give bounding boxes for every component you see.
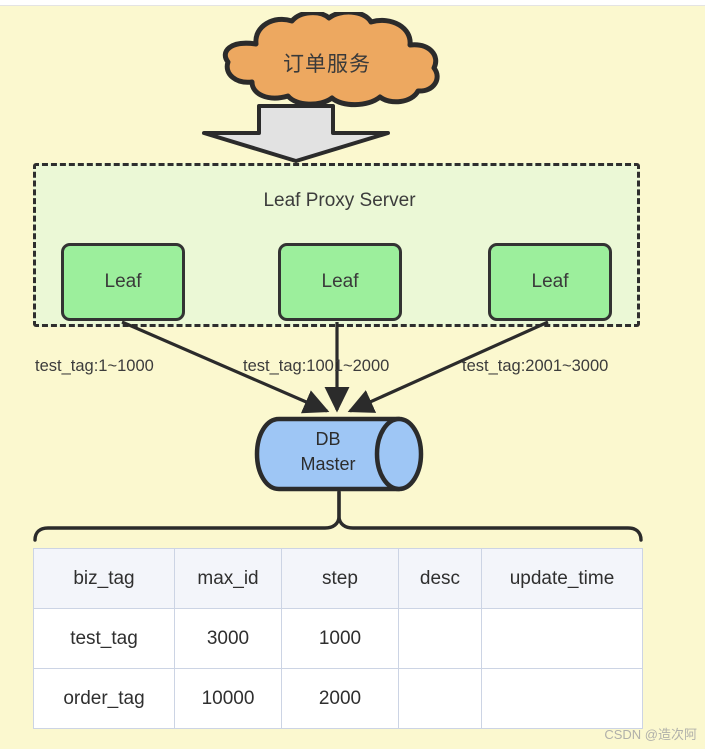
cloud-label: 订单服务 [283,53,371,76]
leaf-node-label: Leaf [531,271,569,292]
column-header-step: step [281,548,399,609]
column-header-desc: desc [398,548,482,609]
range-label-leaf1: test_tag:1~1000 [35,357,154,375]
leaf-node-label: Leaf [104,271,142,292]
column-header-max-id: max_id [174,548,282,609]
cell-biz-tag: order_tag [33,668,175,729]
cell-step: 1000 [281,608,399,669]
cell-update-time [481,668,643,729]
proxy-title: Leaf Proxy Server [263,190,416,211]
table-row: test_tag 3000 1000 [33,608,643,669]
range-label-leaf2: test_tag:1001~2000 [243,357,390,375]
top-strip [0,0,705,6]
brace-left-half [33,490,341,542]
db-label-line1: DB [315,429,341,449]
cell-biz-tag: test_tag [33,608,175,669]
db-label-line2: Master [300,454,356,474]
cell-desc [398,668,482,729]
column-header-update-time: update_time [481,548,643,609]
brace-right-half [337,490,643,542]
down-block-arrow-icon [202,104,390,163]
leaf-alloc-table: biz_tag max_id step desc update_time tes… [33,548,643,729]
cell-max-id: 10000 [174,668,282,729]
leaf-node-1[interactable]: Leaf [61,243,185,321]
range-label-leaf3: test_tag:2001~3000 [462,357,609,375]
diagram-canvas: 订单服务 Leaf Proxy Server Leaf Leaf Leaf te… [0,0,705,749]
watermark: CSDN @造次阿 [604,727,697,742]
column-header-biz-tag: biz_tag [33,548,175,609]
leaf-node-2[interactable]: Leaf [278,243,402,321]
db-master-label: DB Master [253,427,403,477]
cell-max-id: 3000 [174,608,282,669]
cell-update-time [481,608,643,669]
leaf-node-3[interactable]: Leaf [488,243,612,321]
cell-step: 2000 [281,668,399,729]
order-service-cloud: 订单服务 [196,9,458,108]
cloud-to-proxy-arrow [196,104,396,164]
leaf-proxy-server-container: Leaf Proxy Server Leaf Leaf Leaf [33,163,640,327]
table-row: order_tag 10000 2000 [33,668,643,729]
table-header-row: biz_tag max_id step desc update_time [33,548,643,609]
cell-desc [398,608,482,669]
leaf-node-label: Leaf [321,271,359,292]
